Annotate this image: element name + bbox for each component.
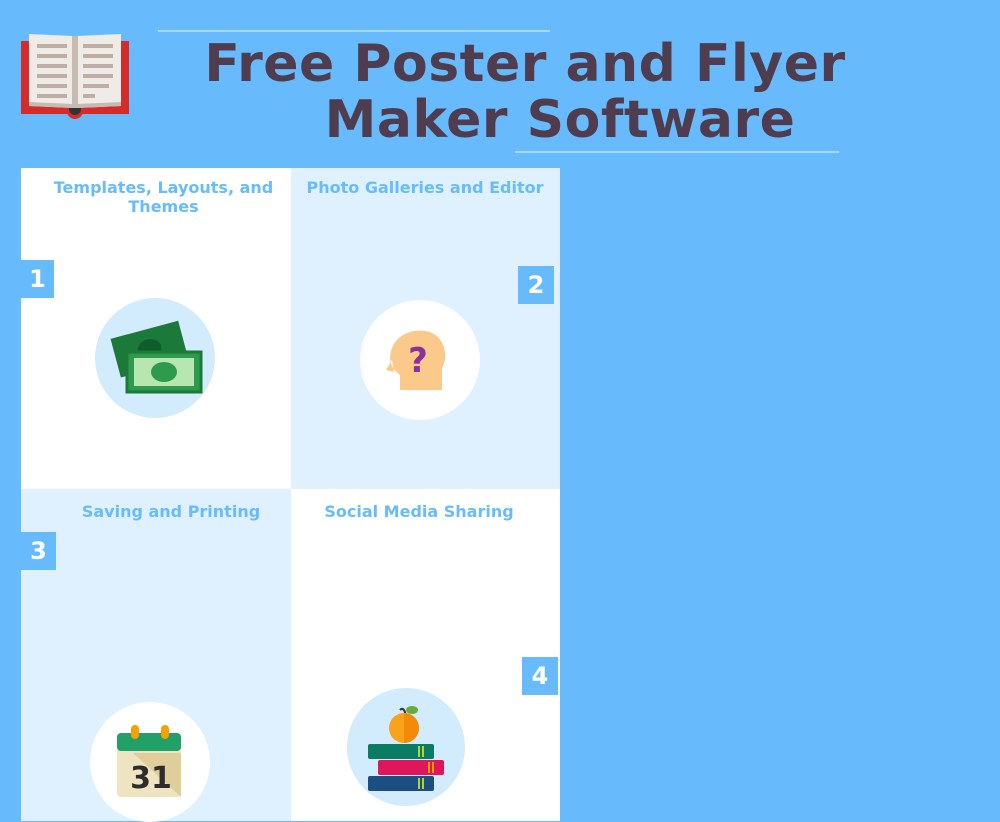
money-icon	[110, 320, 203, 394]
title-line-2: Maker Software	[324, 90, 796, 150]
section-title: Saving and Printing	[81, 502, 261, 521]
section-1: Templates, Layouts, and Themes 1	[21, 168, 291, 489]
svg-text:?: ?	[408, 341, 428, 381]
section-title: Templates, Layouts, and Themes	[53, 178, 274, 216]
title-line-1: Free Poster and Flyer	[204, 34, 846, 94]
icon-circle: 31	[90, 702, 210, 822]
section-title: Social Media Sharing	[324, 502, 514, 521]
section-number-badge: 2	[518, 266, 554, 304]
open-book-icon	[21, 32, 131, 120]
title-rule-top	[158, 30, 550, 32]
head-question-icon: ?	[386, 330, 446, 390]
calendar-day: 31	[130, 761, 172, 796]
section-title: Photo Galleries and Editor	[306, 178, 544, 197]
page-title: Free Poster and Flyer Maker Software	[160, 36, 890, 148]
icon-circle: ?	[360, 300, 480, 420]
calendar-icon: 31	[117, 725, 181, 797]
section-number-badge: 4	[522, 657, 558, 695]
title-rule-bottom	[515, 151, 839, 153]
icon-circle	[347, 688, 465, 806]
section-4: Social Media Sharing 4	[291, 489, 560, 821]
books-apple-icon	[368, 706, 444, 791]
section-number-badge: 1	[21, 260, 54, 298]
section-number-badge: 3	[21, 532, 56, 570]
icon-circle	[95, 298, 215, 418]
section-2: Photo Galleries and Editor 2 ?	[291, 168, 560, 489]
section-3: Saving and Printing 3 31	[21, 489, 291, 822]
